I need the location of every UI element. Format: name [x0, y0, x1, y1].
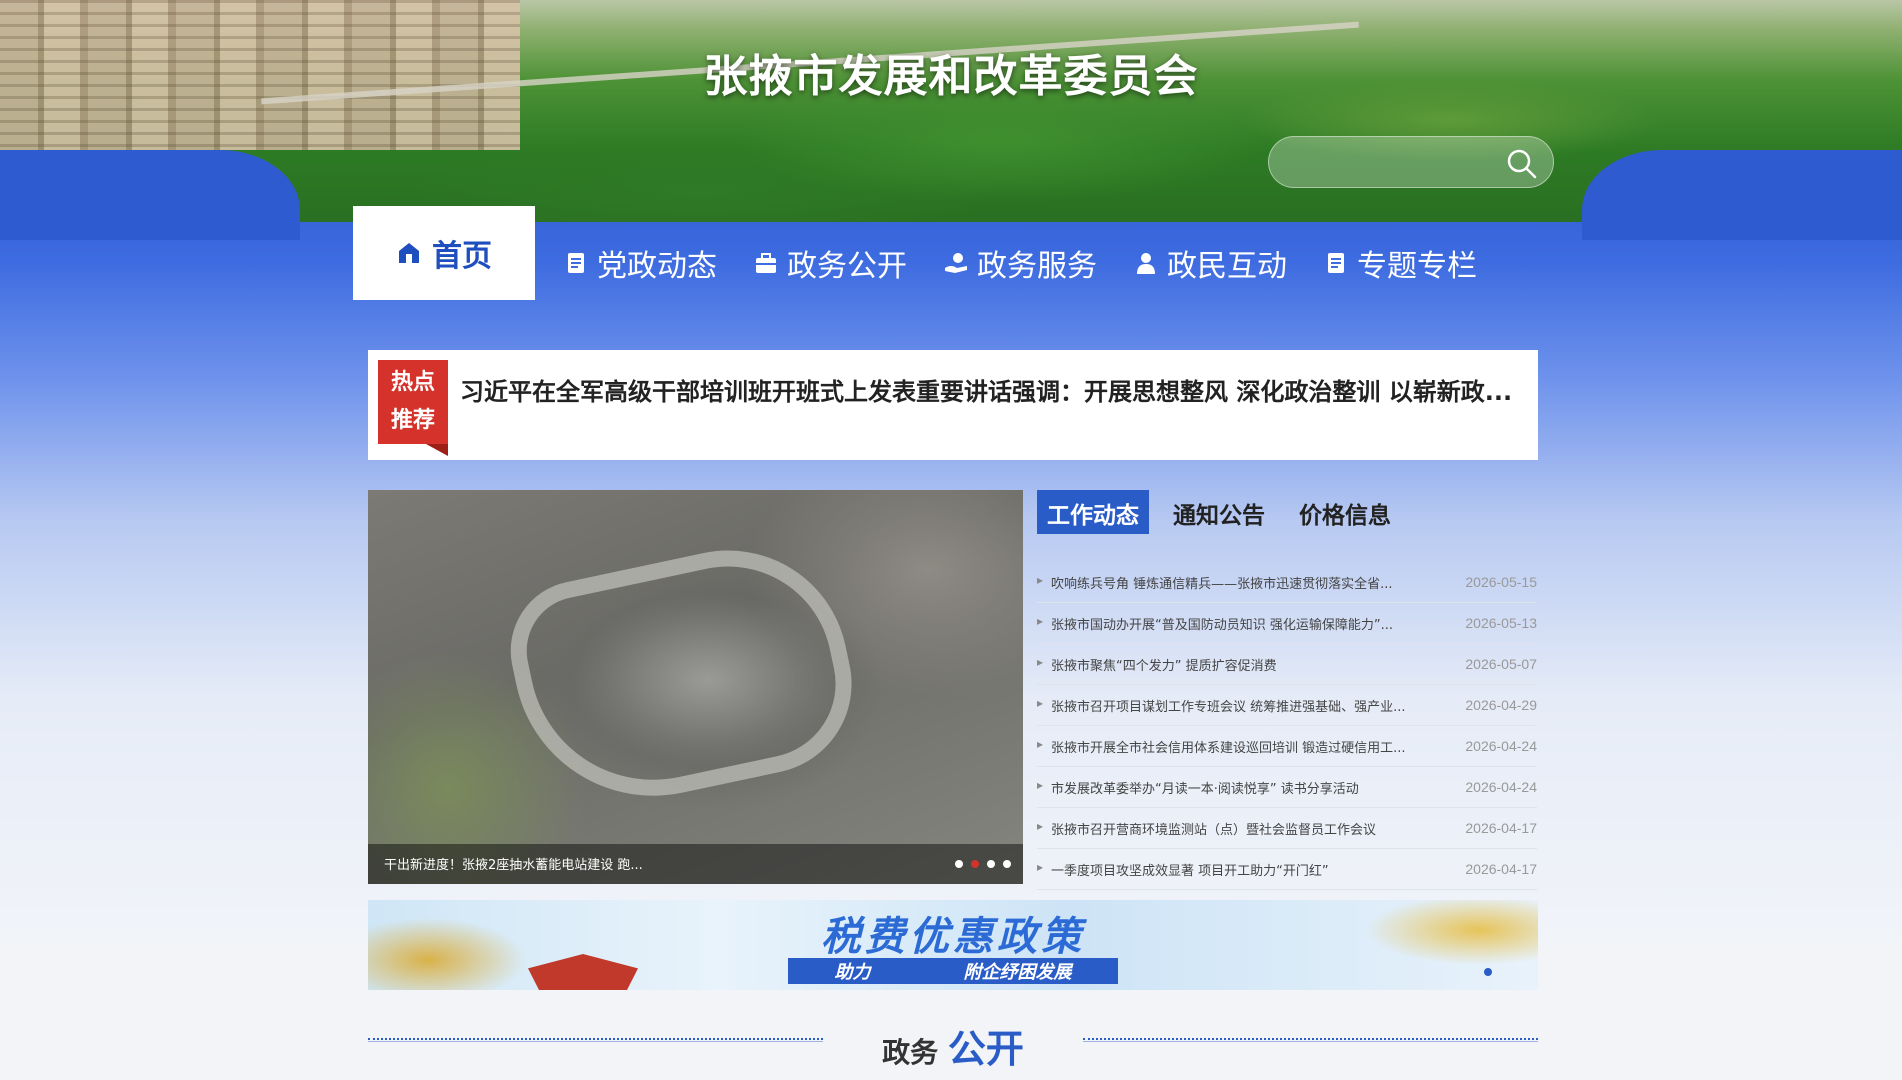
news-date: 2026-04-17	[1465, 820, 1537, 836]
news-tabs: 工作动态 通知公告 价格信息	[1037, 490, 1537, 534]
news-date: 2026-04-29	[1465, 697, 1537, 713]
banner-title: 税费优惠政策	[821, 914, 1085, 960]
nav-item-label: 党政动态	[597, 249, 717, 284]
news-date: 2026-05-13	[1465, 615, 1537, 631]
news-title[interactable]: 市发展改革委举办“月读一本·阅读悦享” 读书分享活动	[1037, 778, 1437, 797]
section-title: 政务 公开	[368, 1018, 1538, 1073]
search-input[interactable]	[1291, 147, 1491, 179]
news-list-item[interactable]: 张掖市国动办开展“普及国防动员知识 强化运输保障能力”... 2026-05-1…	[1037, 603, 1537, 644]
slider-photo-reservoir	[497, 528, 869, 822]
slider-caption-bar: 干出新进度！张掖2座抽水蓄能电站建设 跑...	[368, 844, 1023, 884]
news-date: 2026-05-07	[1465, 656, 1537, 672]
banner-sub-left: 助力	[834, 962, 871, 983]
news-panel: 工作动态 通知公告 价格信息 吹响练兵号角 锤炼通信精兵——张掖市迅速贯彻落实全…	[1037, 490, 1537, 900]
banner-subtitle: 助力 附企纾困发展	[788, 958, 1118, 984]
news-list-item[interactable]: 市发展改革委举办“月读一本·阅读悦享” 读书分享活动 2026-04-24	[1037, 767, 1537, 808]
nav-item-gov-services[interactable]: 政务服务	[935, 206, 1105, 300]
nav-item-label: 政务公开	[787, 249, 907, 284]
document-icon	[568, 253, 584, 273]
hot-badge-line2: 推荐	[390, 408, 435, 433]
site-title: 张掖市发展和改革委员会	[703, 51, 1199, 102]
slider-dot-active[interactable]	[971, 860, 979, 868]
news-list-item[interactable]: 张掖市开展全市社会信用体系建设巡回培训 锻造过硬信用工... 2026-04-2…	[1037, 726, 1537, 767]
hand-service-icon	[945, 253, 967, 273]
news-title[interactable]: 一季度项目攻坚成效显著 项目开工助力“开门红”	[1037, 860, 1437, 879]
news-title[interactable]: 张掖市开展全市社会信用体系建设巡回培训 锻造过硬信用工...	[1037, 737, 1437, 756]
news-date: 2026-04-17	[1465, 861, 1537, 877]
news-title[interactable]: 张掖市召开项目谋划工作专班会议 统筹推进强基础、强产业...	[1037, 696, 1437, 715]
news-list-item[interactable]: 张掖市召开营商环境监测站（点）暨社会监督员工作会议 2026-04-17	[1037, 808, 1537, 849]
news-title[interactable]: 吹响练兵号角 锤炼通信精兵——张掖市迅速贯彻落实全省...	[1037, 573, 1437, 592]
hot-headline-link[interactable]: 习近平在全军高级干部培训班开班式上发表重要讲话强调：开展思想整风 深化政治整训 …	[460, 372, 1520, 407]
photo-slider[interactable]: 干出新进度！张掖2座抽水蓄能电站建设 跑...	[368, 490, 1023, 884]
news-list-item[interactable]: 张掖市聚焦“四个发力” 提质扩容促消费 2026-05-07	[1037, 644, 1537, 685]
search-box[interactable]	[1268, 136, 1554, 188]
hot-recommendation: 热点 推荐 习近平在全军高级干部培训班开班式上发表重要讲话强调：开展思想整风 深…	[368, 350, 1538, 460]
news-title[interactable]: 张掖市召开营商环境监测站（点）暨社会监督员工作会议	[1037, 819, 1437, 838]
nav-item-citizen-interaction[interactable]: 政民互动	[1125, 206, 1295, 300]
slider-dot[interactable]	[1003, 860, 1011, 868]
tab-work-news[interactable]: 工作动态	[1037, 490, 1149, 534]
nav-item-label: 政民互动	[1167, 249, 1287, 284]
briefcase-icon	[756, 253, 776, 273]
news-list-item[interactable]: 吹响练兵号角 锤炼通信精兵——张掖市迅速贯彻落实全省... 2026-05-15	[1037, 562, 1537, 603]
news-date: 2026-04-24	[1465, 738, 1537, 754]
hot-badge-line1: 热点	[390, 370, 435, 395]
section-heading-gov-affairs: 政务 公开	[368, 1010, 1538, 1073]
section-title-accent: 公开	[947, 1027, 1024, 1071]
news-list-item[interactable]: 张掖市召开项目谋划工作专班会议 统筹推进强基础、强产业... 2026-04-2…	[1037, 685, 1537, 726]
tax-policy-banner[interactable]: 税费优惠政策 助力 附企纾困发展	[368, 900, 1538, 990]
banner-sub-right: 附企纾困发展	[963, 962, 1072, 983]
news-date: 2026-04-24	[1465, 779, 1537, 795]
document-icon	[1328, 253, 1344, 273]
section-title-plain: 政务	[882, 1036, 939, 1069]
nav-home[interactable]: 首页	[353, 206, 535, 300]
header-wing-right	[1582, 150, 1902, 240]
news-title[interactable]: 张掖市聚焦“四个发力” 提质扩容促消费	[1037, 655, 1437, 674]
home-icon	[399, 243, 419, 263]
slider-dot[interactable]	[955, 860, 963, 868]
slider-dots	[955, 860, 1011, 868]
slider-dot[interactable]	[987, 860, 995, 868]
nav-item-special-topics[interactable]: 专题专栏	[1315, 206, 1485, 300]
slider-caption[interactable]: 干出新进度！张掖2座抽水蓄能电站建设 跑...	[384, 854, 824, 873]
banner-slider-dot[interactable]	[1484, 968, 1492, 976]
news-title[interactable]: 张掖市国动办开展“普及国防动员知识 强化运输保障能力”...	[1037, 614, 1437, 633]
header-wing-left	[0, 150, 300, 240]
nav-item-label: 政务服务	[977, 249, 1097, 284]
nav-item-label: 专题专栏	[1357, 249, 1477, 284]
news-date: 2026-05-15	[1465, 574, 1537, 590]
nav-home-label: 首页	[432, 239, 492, 274]
person-icon	[1137, 253, 1155, 274]
main-nav: 首页 党政动态 政务公开 政务服务 政民互动 专题专栏	[353, 206, 1485, 300]
nav-item-gov-affairs[interactable]: 政务公开	[745, 206, 915, 300]
search-icon[interactable]	[1505, 147, 1539, 181]
tab-price-info[interactable]: 价格信息	[1289, 490, 1401, 534]
nav-item-party-news[interactable]: 党政动态	[555, 206, 725, 300]
hot-badge: 热点 推荐	[378, 360, 448, 456]
tab-notices[interactable]: 通知公告	[1163, 490, 1275, 534]
news-list: 吹响练兵号角 锤炼通信精兵——张掖市迅速贯彻落实全省... 2026-05-15…	[1037, 562, 1537, 890]
news-list-item[interactable]: 一季度项目攻坚成效显著 项目开工助力“开门红” 2026-04-17	[1037, 849, 1537, 890]
